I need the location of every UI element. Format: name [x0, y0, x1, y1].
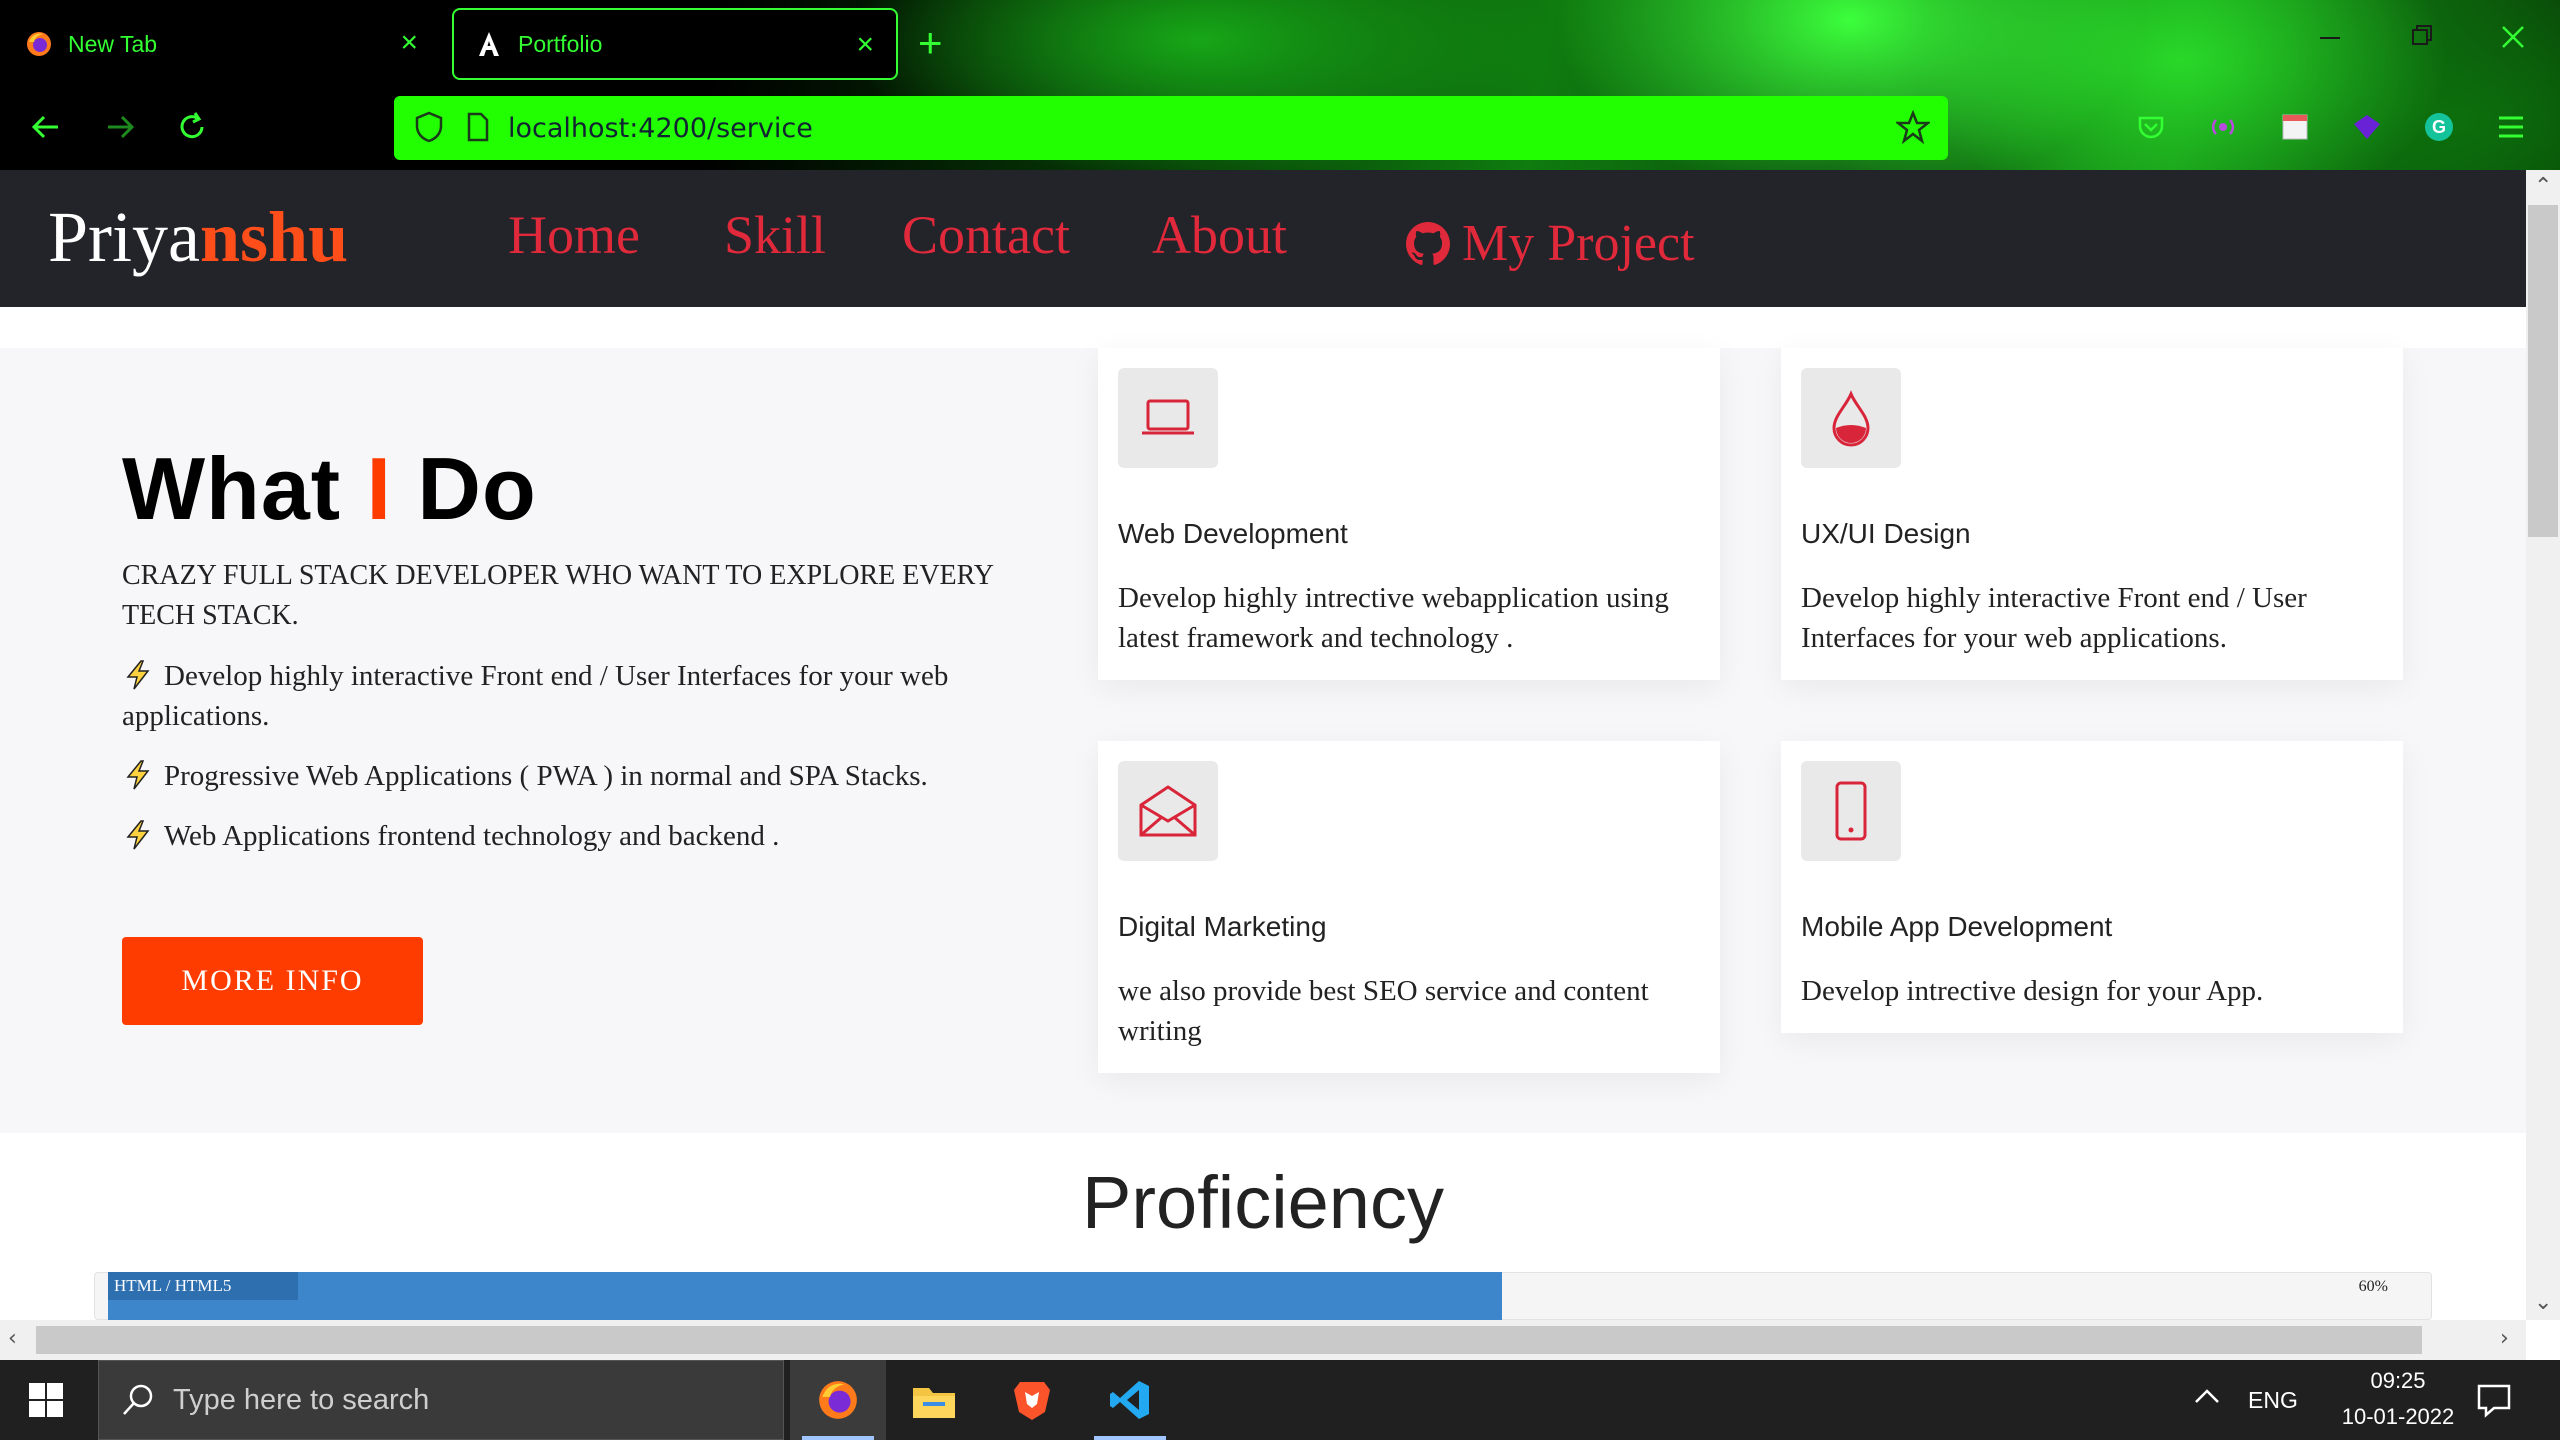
envelope-icon [1118, 761, 1218, 861]
close-tab-icon[interactable]: × [856, 30, 874, 60]
url-text[interactable]: localhost:4200/service [508, 113, 813, 144]
taskbar-vscode[interactable] [1082, 1360, 1178, 1440]
bullet-item: Progressive Web Applications ( PWA ) in … [122, 756, 1042, 796]
language-indicator[interactable]: ENG [2248, 1387, 2298, 1414]
scroll-down-icon[interactable]: ⌄ [2534, 1290, 2552, 1315]
droplet-icon [1801, 368, 1901, 468]
mobile-icon [1801, 761, 1901, 861]
bullet-item: Develop highly interactive Front end / U… [122, 660, 949, 732]
hero-subtitle: CRAZY FULL STACK DEVELOPER WHO WANT TO E… [122, 560, 993, 631]
search-icon [121, 1383, 155, 1417]
new-tab-plus-icon[interactable]: + [918, 22, 943, 64]
site-header: Priyanshu Home Skill Contact About My Pr… [0, 170, 2526, 307]
angular-icon [474, 29, 504, 59]
taskbar-firefox[interactable] [790, 1360, 886, 1440]
card-title: UX/UI Design [1801, 518, 1971, 549]
forward-arrow-icon[interactable] [100, 107, 140, 147]
service-card: Mobile App Development Develop intrectiv… [1781, 741, 2403, 1033]
my-project-label: My Project [1462, 215, 1695, 272]
nav-skill[interactable]: Skill [724, 204, 826, 266]
horizontal-scrollbar-thumb[interactable] [36, 1326, 2422, 1354]
lightning-icon [126, 660, 150, 690]
bullet-item: Web Applications frontend technology and… [122, 816, 1042, 856]
taskbar-brave[interactable] [984, 1360, 1080, 1440]
folder-icon [913, 1388, 955, 1418]
card-description: Develop highly interactive Front end / U… [1801, 582, 2307, 654]
service-card: Web Development Develop highly intrectiv… [1098, 348, 1720, 680]
shield-icon[interactable] [414, 111, 446, 145]
proficiency-title: Proficiency [1082, 1161, 1444, 1244]
clock-date[interactable]: 10-01-2022 [2316, 1404, 2480, 1430]
skill-bar-percent: 60% [2358, 1278, 2388, 1295]
bookmark-star-icon[interactable] [1894, 109, 1932, 149]
hero-title: What I Do [122, 439, 537, 538]
firefox-icon [24, 29, 54, 59]
service-card: Digital Marketing we also provide best S… [1098, 741, 1720, 1073]
tab-portfolio[interactable]: Portfolio × [452, 8, 898, 80]
tab-new-tab[interactable]: New Tab × [4, 8, 440, 80]
taskbar-search[interactable]: Type here to search [98, 1360, 784, 1440]
github-icon [1406, 221, 1450, 265]
lightning-icon [126, 820, 150, 850]
pocket-icon[interactable] [2134, 110, 2168, 144]
card-description: we also provide best SEO service and con… [1118, 975, 1649, 1047]
clock-time[interactable]: 09:25 [2348, 1368, 2448, 1394]
address-bar[interactable]: localhost:4200/service [394, 96, 1948, 160]
vertical-scrollbar-thumb[interactable] [2528, 205, 2558, 537]
laptop-icon [1118, 368, 1218, 468]
nav-about[interactable]: About [1152, 204, 1287, 266]
restore-icon[interactable] [2410, 22, 2434, 58]
skill-bar-fill [108, 1272, 1502, 1320]
nav-contact[interactable]: Contact [902, 204, 1070, 266]
active-indicator [802, 1436, 874, 1440]
brand-logo[interactable]: Priyanshu [48, 196, 348, 279]
firefox-icon [819, 1381, 857, 1419]
more-info-button[interactable]: MORE INFO [122, 937, 423, 1025]
back-arrow-icon[interactable] [26, 107, 66, 147]
skill-bar-label: HTML / HTML5 [108, 1272, 298, 1300]
search-placeholder: Type here to search [173, 1383, 430, 1416]
notification-icon[interactable] [2476, 1382, 2512, 1423]
page-viewport: Priyanshu Home Skill Contact About My Pr… [0, 170, 2526, 1320]
chevron-up-icon[interactable] [2192, 1382, 2222, 1417]
brand-prefix: Priya [48, 197, 200, 277]
scrollbar-corner [2526, 1320, 2560, 1360]
card-description: Develop intrective design for your App. [1801, 975, 2264, 1007]
card-title: Mobile App Development [1801, 911, 2113, 942]
lightning-icon [126, 760, 150, 790]
windows-start-icon[interactable] [28, 1382, 64, 1418]
service-card: UX/UI Design Develop highly interactive … [1781, 348, 2403, 680]
close-tab-icon[interactable]: × [400, 28, 418, 58]
grammarly-icon[interactable]: G [2422, 110, 2456, 144]
brand-suffix: nshu [199, 197, 349, 277]
active-indicator [1094, 1436, 1166, 1440]
extension-page-icon[interactable] [2278, 110, 2312, 144]
card-title: Digital Marketing [1118, 911, 1327, 942]
my-project-link[interactable]: My Project [1406, 214, 1695, 273]
close-window-icon[interactable] [2500, 22, 2526, 58]
svg-text:G: G [2432, 117, 2446, 137]
minimize-icon[interactable] [2318, 22, 2342, 58]
scroll-right-icon[interactable]: › [2500, 1326, 2509, 1351]
card-description: Develop highly intrective webapplication… [1118, 582, 1669, 654]
scroll-up-icon[interactable]: ⌃ [2534, 174, 2552, 199]
reload-icon[interactable] [172, 107, 212, 147]
broadcast-icon[interactable] [2206, 110, 2240, 144]
menu-icon[interactable] [2494, 110, 2528, 144]
page-icon[interactable] [466, 112, 492, 144]
tab-title: Portfolio [518, 30, 603, 57]
vscode-icon [1110, 1381, 1149, 1419]
taskbar-file-explorer[interactable] [886, 1360, 982, 1440]
nav-home[interactable]: Home [508, 204, 640, 266]
card-title: Web Development [1118, 518, 1348, 549]
tab-title: New Tab [68, 30, 158, 57]
brave-lion-icon [1014, 1382, 1050, 1420]
scroll-left-icon[interactable]: ‹ [8, 1326, 17, 1351]
diamond-extension-icon[interactable] [2350, 110, 2384, 144]
